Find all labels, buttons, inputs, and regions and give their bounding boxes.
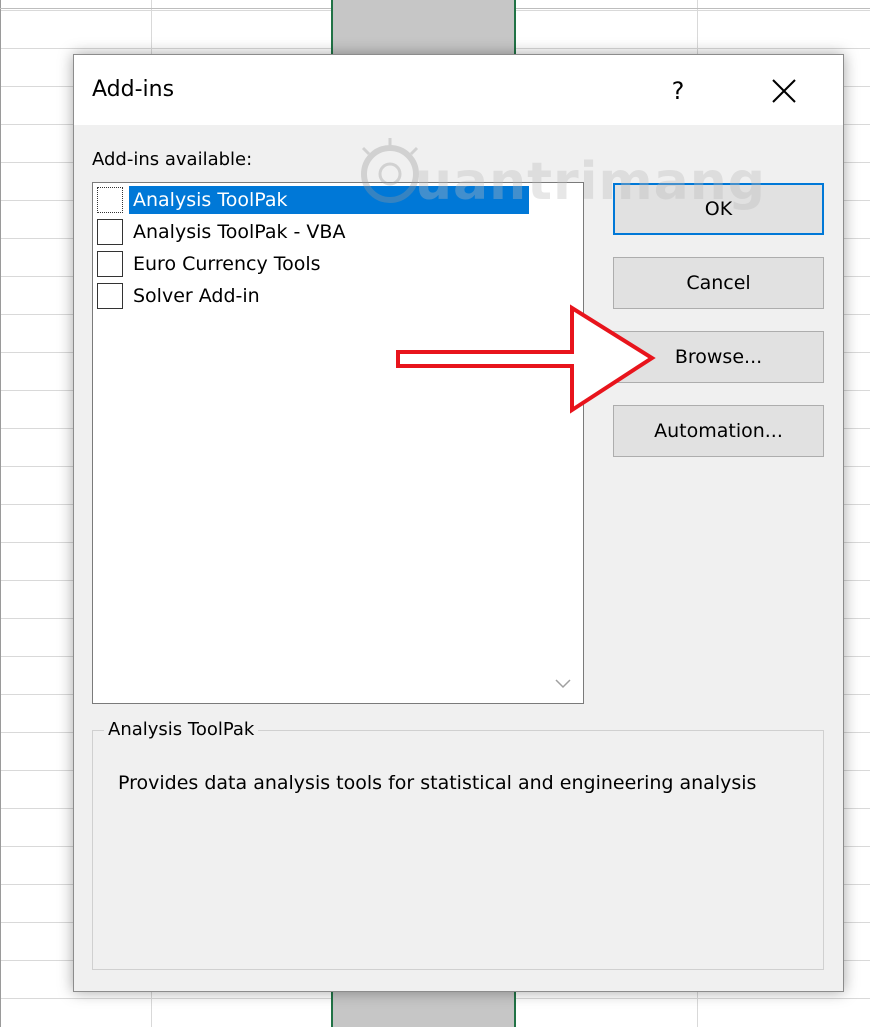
- description-text: Provides data analysis tools for statist…: [118, 772, 757, 794]
- list-item-label: Analysis ToolPak - VBA: [133, 221, 346, 243]
- close-icon: [772, 79, 796, 103]
- checkbox-solver-add-in[interactable]: [97, 283, 123, 309]
- close-button[interactable]: [764, 72, 804, 110]
- dialog-titlebar: Add-ins ?: [74, 55, 843, 125]
- checkbox-analysis-toolpak-vba[interactable]: [97, 219, 123, 245]
- annotation-arrow-icon: [396, 304, 656, 414]
- list-item-analysis-toolpak-vba[interactable]: Analysis ToolPak - VBA: [97, 217, 349, 247]
- description-groupbox: [92, 730, 824, 970]
- selected-column-bottom: [331, 990, 516, 1027]
- list-label-text: Add-ins available:: [92, 149, 253, 170]
- list-item-label: Euro Currency Tools: [133, 253, 321, 275]
- add-ins-listbox[interactable]: Analysis ToolPak Analysis ToolPak - VBA …: [92, 182, 584, 704]
- list-item-euro-currency-tools[interactable]: Euro Currency Tools: [97, 249, 325, 279]
- list-item-label: Solver Add-in: [133, 285, 260, 307]
- list-item-solver-add-in[interactable]: Solver Add-in: [97, 281, 264, 311]
- watermark: uantrimang: [355, 132, 785, 232]
- selected-column-top: [331, 0, 516, 56]
- dialog-title: Add-ins: [92, 77, 175, 102]
- watermark-text: uantrimang: [415, 152, 766, 212]
- checkbox-analysis-toolpak[interactable]: [97, 187, 123, 213]
- chevron-down-icon[interactable]: [555, 679, 571, 689]
- checkbox-euro-currency-tools[interactable]: [97, 251, 123, 277]
- add-ins-list-label: Add-ins available:: [92, 149, 252, 170]
- description-title: Analysis ToolPak: [104, 719, 259, 740]
- help-button[interactable]: ?: [658, 73, 698, 109]
